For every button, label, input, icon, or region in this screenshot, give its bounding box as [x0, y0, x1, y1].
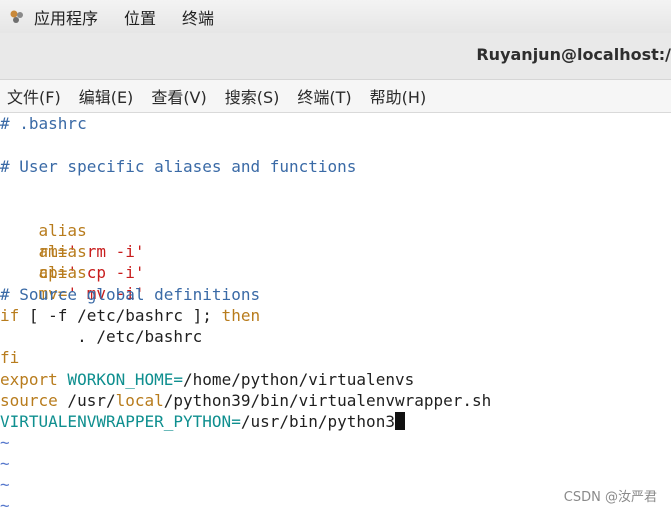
- menu-help[interactable]: 帮助(H): [370, 84, 427, 108]
- terminal-app-menu[interactable]: 终端: [182, 5, 214, 29]
- menu-terminal[interactable]: 终端(T): [297, 84, 351, 108]
- code-line: alias mv=' mv -i': [0, 241, 145, 303]
- applications-menu[interactable]: 应用程序: [34, 5, 98, 29]
- keyword: local: [115, 391, 164, 410]
- code-line: alias rm=' rm -i': [0, 199, 145, 261]
- code-text: /usr/: [57, 391, 116, 410]
- keyword: source: [0, 391, 58, 410]
- keyword: alias: [38, 263, 87, 282]
- keyword: then: [211, 306, 261, 325]
- empty-line-marker: ~: [0, 433, 10, 452]
- code-line: if [ -f /etc/bashrc ]; then: [0, 305, 260, 326]
- code-line: # User specific aliases and functions: [0, 157, 357, 176]
- text-cursor: [394, 412, 405, 430]
- code-text: [ -f /etc/bashrc ];: [19, 306, 212, 325]
- code-line: source /usr/local/python39/bin/virtualen…: [0, 390, 491, 411]
- terminal-editor[interactable]: # .bashrc # User specific aliases and fu…: [0, 113, 671, 515]
- code-text: /python39/bin/virtualenvwrapper.sh: [163, 391, 492, 410]
- code-line: fi: [0, 348, 20, 367]
- code-line: export WORKON_HOME=/home/python/virtuale…: [0, 369, 414, 390]
- keyword: if: [0, 306, 20, 325]
- code-text: /usr/bin/python3: [240, 412, 395, 431]
- variable: WORKON_HOME=: [57, 370, 184, 389]
- empty-line-marker: ~: [0, 475, 10, 494]
- variable: VIRTUALENVWRAPPER_PYTHON=: [0, 412, 241, 431]
- menu-search[interactable]: 搜索(S): [225, 84, 280, 108]
- code-line: . /etc/bashrc: [0, 327, 203, 346]
- watermark: CSDN @汝严君: [563, 490, 657, 505]
- menu-view[interactable]: 查看(V): [151, 84, 206, 108]
- window-title: Ruyanjun@localhost:/: [476, 45, 671, 64]
- menu-edit[interactable]: 编辑(E): [79, 84, 134, 108]
- empty-line-marker: ~: [0, 454, 10, 473]
- keyword: export: [0, 370, 58, 389]
- window-title-bar[interactable]: Ruyanjun@localhost:/: [0, 33, 671, 80]
- menu-file[interactable]: 文件(F): [7, 84, 61, 108]
- menu-bar: 文件(F) 编辑(E) 查看(V) 搜索(S) 终端(T) 帮助(H): [0, 80, 671, 113]
- places-menu[interactable]: 位置: [124, 5, 156, 29]
- system-top-bar: 应用程序 位置 终端: [0, 0, 671, 34]
- code-line: VIRTUALENVWRAPPER_PYTHON=/usr/bin/python…: [0, 411, 405, 432]
- applications-icon[interactable]: [8, 8, 26, 26]
- code-line: # Source global definitions: [0, 285, 261, 304]
- code-text: /home/python/virtualenvs: [183, 370, 415, 389]
- code-line: alias cp=' cp -i': [0, 220, 145, 282]
- code-line: # .bashrc: [0, 114, 87, 133]
